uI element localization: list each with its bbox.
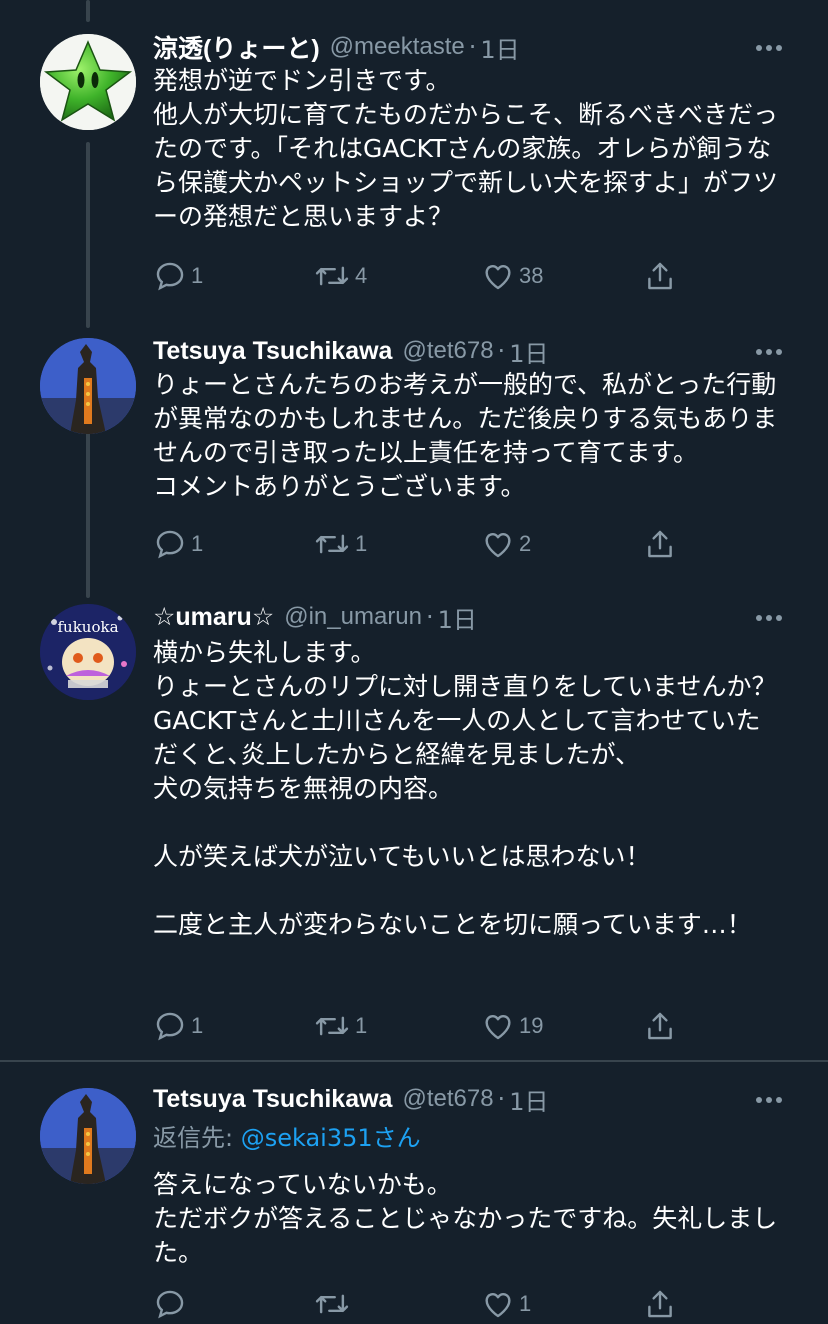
user-handle[interactable]: @in_umarun xyxy=(284,603,422,631)
reply-count: 1 xyxy=(191,1013,204,1038)
retweet-count: 4 xyxy=(355,263,368,288)
statue-avatar-icon xyxy=(40,338,136,434)
speech-bubble-icon xyxy=(156,1290,184,1319)
tweet-actions: 1 1 2 xyxy=(153,524,693,564)
more-dots-icon[interactable] xyxy=(754,608,784,628)
timestamp[interactable]: 1日 xyxy=(509,1082,548,1117)
separator-dot: · xyxy=(468,33,477,61)
like-button[interactable]: 19 xyxy=(481,1006,543,1046)
tweet-item[interactable]: fukuoka ☆umaru☆ @in_umarun · 1日 横から失礼します… xyxy=(0,598,828,1060)
tweet-text: 答えになっていないかも。 ただボクが答えることじゃなかったですね。失礼しました。 xyxy=(153,1170,778,1267)
star-avatar-icon xyxy=(40,34,136,130)
retweet-button[interactable]: 1 xyxy=(313,524,367,564)
heart-icon xyxy=(485,1015,511,1040)
retweet-arrows-icon xyxy=(315,1294,349,1314)
tweet-actions: 1 4 38 xyxy=(153,256,693,296)
separator-dot: · xyxy=(497,1085,506,1113)
retweet-count: 1 xyxy=(355,531,368,556)
tweet-actions: 1 xyxy=(153,1284,693,1324)
more-dots-icon[interactable] xyxy=(754,342,784,362)
reply-count: 1 xyxy=(191,531,204,556)
retweet-arrows-icon xyxy=(315,534,349,554)
share-upload-icon xyxy=(648,530,672,558)
tweet-text: 横から失礼します。 りょーとさんのリプに対し開き直りをしていませんか？ GACK… xyxy=(153,638,777,939)
tweet-header: Tetsuya Tsuchikawa @tet678 · 1日 xyxy=(153,334,788,368)
tweet-header: Tetsuya Tsuchikawa @tet678 · 1日 xyxy=(153,1082,788,1116)
like-count: 38 xyxy=(519,263,544,288)
tweet-text: 発想が逆でドン引きです。 他人が大切に育てたものだからこそ、断るべきべきだったの… xyxy=(153,66,779,231)
tweet-header: 涼透(りょーと) @meektaste · 1日 xyxy=(153,30,788,64)
reply-button[interactable] xyxy=(153,1284,191,1324)
user-handle[interactable]: @tet678 xyxy=(402,1085,493,1113)
speech-bubble-icon xyxy=(156,530,184,559)
like-count: 2 xyxy=(519,531,532,556)
share-upload-icon xyxy=(648,1290,672,1318)
retweet-button[interactable]: 1 xyxy=(313,1006,367,1046)
retweet-button[interactable] xyxy=(313,1284,355,1324)
tweet-header: ☆umaru☆ @in_umarun · 1日 xyxy=(153,600,788,634)
reply-button[interactable]: 1 xyxy=(153,1006,203,1046)
tweet-item[interactable]: Tetsuya Tsuchikawa @tet678 · 1日 りょーとさんたち… xyxy=(0,330,828,598)
statue-avatar-icon xyxy=(40,1088,136,1184)
avatar[interactable] xyxy=(40,34,136,130)
timestamp[interactable]: 1日 xyxy=(509,334,548,369)
heart-icon xyxy=(485,265,511,290)
like-count: 1 xyxy=(519,1291,532,1316)
share-button[interactable] xyxy=(643,524,681,564)
user-handle[interactable]: @meektaste xyxy=(330,33,465,61)
share-upload-icon xyxy=(648,262,672,290)
retweet-count: 1 xyxy=(355,1013,368,1038)
like-count: 19 xyxy=(519,1013,544,1038)
share-button[interactable] xyxy=(643,1006,681,1046)
like-button[interactable]: 38 xyxy=(481,256,543,296)
heart-icon xyxy=(485,533,511,558)
retweet-button[interactable]: 4 xyxy=(313,256,367,296)
user-handle[interactable]: @tet678 xyxy=(402,337,493,365)
share-button[interactable] xyxy=(643,256,681,296)
timestamp[interactable]: 1日 xyxy=(438,600,477,635)
more-dots-icon[interactable] xyxy=(754,38,784,58)
tweet-item[interactable]: 涼透(りょーと) @meektaste · 1日 発想が逆でドン引きです。 他人… xyxy=(0,0,828,330)
reply-button[interactable]: 1 xyxy=(153,524,203,564)
like-button[interactable]: 1 xyxy=(481,1284,531,1324)
like-button[interactable]: 2 xyxy=(481,524,531,564)
replying-to-label: 返信先: xyxy=(153,1124,241,1152)
tweet-text: りょーとさんたちのお考えが一般的で、私がとった行動が異常なのかもしれません。ただ… xyxy=(153,370,778,501)
avatar-text: fukuoka xyxy=(57,618,118,636)
replying-to: 返信先: @sekai351さん xyxy=(153,1121,421,1155)
speech-bubble-icon xyxy=(156,1012,184,1041)
tweet-item[interactable]: Tetsuya Tsuchikawa @tet678 · 1日 返信先: @se… xyxy=(0,1062,828,1319)
share-upload-icon xyxy=(648,1012,672,1040)
separator-dot: · xyxy=(497,337,506,365)
display-name[interactable]: ☆umaru☆ xyxy=(153,602,274,632)
separator-dot: · xyxy=(426,603,434,631)
avatar[interactable] xyxy=(40,1088,136,1184)
retweet-arrows-icon xyxy=(315,1016,349,1036)
timestamp[interactable]: 1日 xyxy=(480,30,519,65)
reply-button[interactable]: 1 xyxy=(153,256,203,296)
display-name[interactable]: Tetsuya Tsuchikawa xyxy=(153,1085,392,1114)
avatar[interactable] xyxy=(40,338,136,434)
mention-link[interactable]: @sekai351さん xyxy=(241,1124,421,1152)
reply-count: 1 xyxy=(191,263,204,288)
retweet-arrows-icon xyxy=(315,266,349,286)
avatar[interactable]: fukuoka xyxy=(40,604,136,700)
heart-icon xyxy=(485,1293,511,1318)
anime-avatar-icon: fukuoka xyxy=(40,604,136,700)
share-button[interactable] xyxy=(643,1284,681,1324)
tweet-actions: 1 1 19 xyxy=(153,1006,693,1046)
display-name[interactable]: 涼透(りょーと) xyxy=(153,29,320,65)
more-dots-icon[interactable] xyxy=(754,1090,784,1110)
display-name[interactable]: Tetsuya Tsuchikawa xyxy=(153,337,392,366)
speech-bubble-icon xyxy=(156,262,184,291)
